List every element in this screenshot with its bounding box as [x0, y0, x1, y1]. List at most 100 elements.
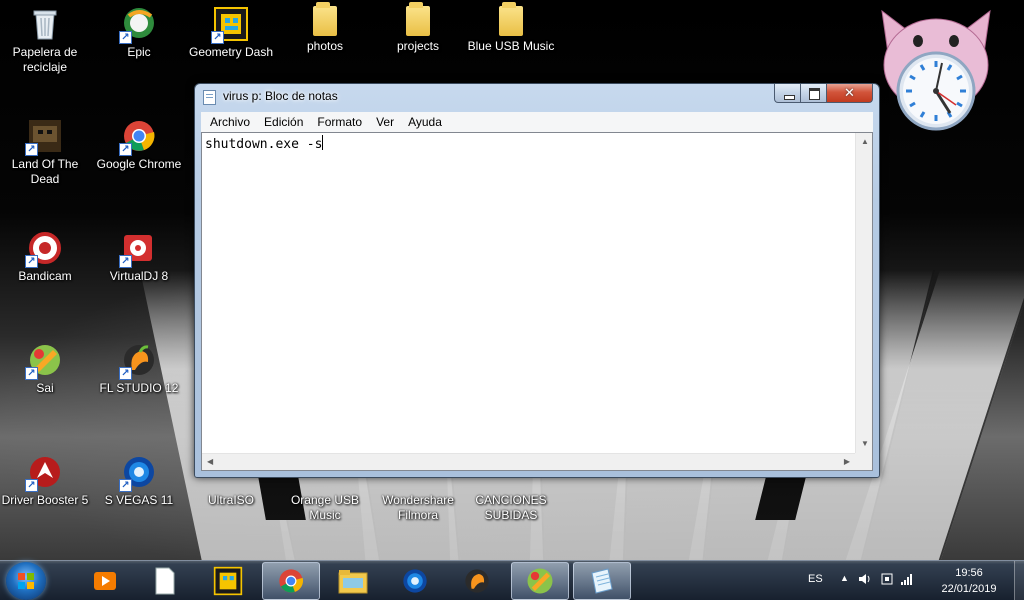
editor-content[interactable]: shutdown.exe -s	[205, 135, 324, 153]
desktop-icon-label: Epic	[127, 45, 151, 59]
menu-edicion[interactable]: Edición	[257, 115, 310, 129]
clock-date[interactable]: 22/01/2019	[936, 583, 1002, 595]
desktop-icon-label: VirtualDJ 8	[109, 269, 169, 283]
shortcut-arrow-icon: ↗	[119, 479, 132, 492]
google-chrome-icon: ↗	[119, 118, 157, 156]
clock-time[interactable]: 19:56	[944, 567, 994, 579]
shortcut-arrow-icon: ↗	[119, 367, 132, 380]
shortcut-arrow-icon: ↗	[25, 479, 38, 492]
desktop-icon-label: photos	[306, 39, 344, 53]
desktop-icon-land-of-the-dead[interactable]: ↗ Land Of The Dead	[0, 118, 93, 187]
desktop-icon-geometry-dash[interactable]: ↗ Geometry Dash	[183, 6, 279, 60]
close-button[interactable]: ✕	[827, 84, 873, 103]
show-desktop-button[interactable]	[1014, 561, 1024, 600]
desktop-icon-epic[interactable]: ↗ Epic	[91, 6, 187, 60]
shortcut-arrow-icon: ↗	[25, 255, 38, 268]
menu-formato[interactable]: Formato	[310, 115, 369, 129]
land-of-the-dead-icon: ↗	[25, 118, 63, 156]
desktop-icon-label: CANCIONES SUBIDAS	[475, 493, 547, 522]
system-tray: ES ▲ 19:56 22/01/2019	[784, 561, 1024, 600]
scroll-down-icon[interactable]: ▼	[861, 439, 869, 449]
desktop-icon-vegas[interactable]: ↗ S VEGAS 11	[91, 454, 187, 508]
driver-booster-icon: ↗	[25, 454, 63, 492]
desktop-icon-label: Sai	[36, 381, 54, 395]
text-editor[interactable]: shutdown.exe -s ▲ ▼ ◀ ▶	[201, 132, 873, 471]
sai-icon: ↗	[25, 342, 63, 380]
window-controls: ✕	[774, 84, 873, 103]
taskbar-geometry-dash[interactable]	[199, 562, 257, 600]
volume-icon[interactable]	[858, 572, 872, 589]
text-caret	[322, 135, 324, 150]
taskbar-vegas[interactable]	[386, 562, 444, 600]
blank-document-icon	[155, 567, 175, 595]
menu-bar: Archivo Edición Formato Ver Ayuda	[201, 112, 873, 132]
desktop-icon-virtualdj[interactable]: ↗ VirtualDJ 8	[91, 230, 187, 284]
fl-studio-icon: ↗	[119, 342, 157, 380]
minimize-button[interactable]	[774, 84, 801, 103]
cat-clock-icon	[881, 9, 991, 131]
notepad-window[interactable]: virus p: Bloc de notas ✕ Archivo Edición…	[194, 83, 880, 478]
start-button[interactable]	[6, 562, 46, 600]
media-player-icon	[94, 572, 116, 590]
settings-icon[interactable]	[880, 572, 894, 589]
window-title: virus p: Bloc de notas	[223, 89, 338, 103]
scroll-up-icon[interactable]: ▲	[861, 137, 869, 147]
desktop-icon-label: Geometry Dash	[188, 45, 274, 59]
desktop-icon-label: Papelera de reciclaje	[12, 45, 78, 74]
desktop-icon-label: Blue USB Music	[467, 39, 555, 53]
desktop-icon-recycle-bin[interactable]: Papelera de reciclaje	[0, 6, 93, 75]
desktop-icon-driver-booster[interactable]: ↗ Driver Booster 5	[0, 454, 93, 508]
desktop-icon-label: Bandicam	[18, 269, 72, 283]
vertical-scrollbar[interactable]: ▲ ▼	[855, 133, 872, 453]
desktop-icon-label: projects	[396, 39, 440, 53]
scroll-right-icon[interactable]: ▶	[844, 457, 850, 467]
clock-gadget[interactable]	[876, 5, 996, 135]
shortcut-arrow-icon: ↗	[119, 255, 132, 268]
desktop-icon-bandicam[interactable]: ↗ Bandicam	[0, 230, 93, 284]
sai-icon	[527, 568, 553, 594]
maximize-button[interactable]	[801, 84, 827, 103]
desktop-icon-label: Driver Booster 5	[1, 493, 89, 507]
recycle-bin-icon	[27, 6, 63, 42]
show-hidden-icons-icon[interactable]: ▲	[840, 573, 849, 583]
desktop-icon-sai[interactable]: ↗ Sai	[0, 342, 93, 396]
desktop-icon-photos[interactable]: photos	[277, 2, 373, 54]
file-explorer-icon	[338, 570, 368, 594]
desktop-icon-blue-usb-music[interactable]: Blue USB Music	[463, 2, 559, 54]
fl-studio-icon	[465, 569, 489, 593]
desktop-icon-label: S VEGAS 11	[104, 493, 174, 507]
editor-text: shutdown.exe -s	[205, 137, 323, 152]
taskbar-blank-document[interactable]	[136, 562, 194, 600]
desktop-icon-label: Google Chrome	[96, 157, 182, 171]
vegas-icon: ↗	[119, 454, 157, 492]
notepad-icon	[203, 90, 216, 105]
taskbar-google-chrome[interactable]	[262, 562, 320, 600]
virtualdj-icon: ↗	[119, 230, 157, 268]
language-indicator[interactable]: ES	[808, 573, 823, 585]
network-icon[interactable]	[900, 572, 914, 589]
menu-ver[interactable]: Ver	[369, 115, 401, 129]
taskbar-notepad[interactable]	[573, 562, 631, 600]
taskbar-fl-studio[interactable]	[448, 562, 506, 600]
desktop-icon-projects[interactable]: projects	[370, 2, 466, 54]
desktop-icon-label: Orange USB Music	[290, 493, 360, 522]
menu-ayuda[interactable]: Ayuda	[401, 115, 449, 129]
vegas-icon	[403, 569, 427, 593]
desktop-icon-google-chrome[interactable]: ↗ Google Chrome	[91, 118, 187, 172]
desktop-icon-label: FL STUDIO 12	[99, 381, 179, 395]
title-bar[interactable]: virus p: Bloc de notas ✕	[195, 84, 879, 109]
shortcut-arrow-icon: ↗	[25, 143, 38, 156]
geometry-dash-icon	[213, 566, 243, 596]
horizontal-scrollbar[interactable]: ◀ ▶	[202, 453, 855, 470]
taskbar-media-player[interactable]	[76, 562, 134, 600]
shortcut-arrow-icon: ↗	[119, 143, 132, 156]
scroll-left-icon[interactable]: ◀	[207, 457, 213, 467]
taskbar-file-explorer[interactable]	[324, 562, 382, 600]
menu-archivo[interactable]: Archivo	[203, 115, 257, 129]
taskbar-sai[interactable]	[511, 562, 569, 600]
desktop-icon-fl-studio[interactable]: ↗ FL STUDIO 12	[91, 342, 187, 396]
shortcut-arrow-icon: ↗	[119, 31, 132, 44]
shortcut-arrow-icon: ↗	[25, 367, 38, 380]
folder-icon	[499, 2, 523, 36]
google-chrome-icon	[279, 569, 304, 593]
